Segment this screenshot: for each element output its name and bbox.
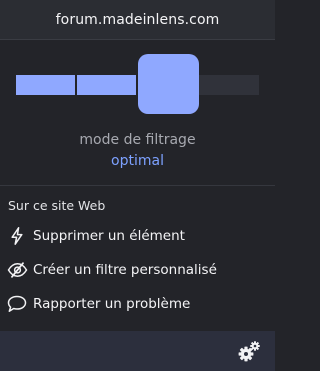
popup-footer bbox=[0, 331, 275, 371]
site-domain: forum.madeinlens.com bbox=[55, 11, 220, 28]
report-problem-button[interactable]: Rapporter un problème bbox=[0, 289, 275, 319]
remove-element-label: Supprimer un élément bbox=[33, 228, 185, 244]
lightning-bolt-icon bbox=[6, 226, 28, 246]
popup-header: forum.madeinlens.com bbox=[0, 0, 275, 40]
remove-element-button[interactable]: Supprimer un élément bbox=[0, 221, 275, 251]
report-problem-label: Rapporter un problème bbox=[33, 296, 191, 312]
slider-segment-4[interactable] bbox=[199, 75, 259, 95]
filter-level-slider[interactable] bbox=[16, 54, 259, 114]
filter-mode-panel: mode de filtrage optimal bbox=[0, 41, 275, 185]
settings-gears-icon[interactable] bbox=[237, 340, 261, 364]
slider-knob[interactable] bbox=[138, 54, 199, 114]
slider-segment-1[interactable] bbox=[16, 75, 75, 95]
eye-slash-icon bbox=[6, 260, 28, 280]
filter-mode-value: optimal bbox=[111, 153, 164, 169]
speech-bubble-icon bbox=[6, 294, 28, 314]
create-custom-filter-label: Créer un filtre personnalisé bbox=[33, 262, 217, 278]
section-divider bbox=[0, 185, 275, 186]
site-section-title: Sur ce site Web bbox=[8, 198, 106, 213]
filter-mode-label: mode de filtrage bbox=[79, 132, 196, 148]
slider-segment-2[interactable] bbox=[77, 75, 136, 95]
create-custom-filter-button[interactable]: Créer un filtre personnalisé bbox=[0, 255, 275, 285]
extension-popup: forum.madeinlens.com mode de filtrage op… bbox=[0, 0, 275, 371]
